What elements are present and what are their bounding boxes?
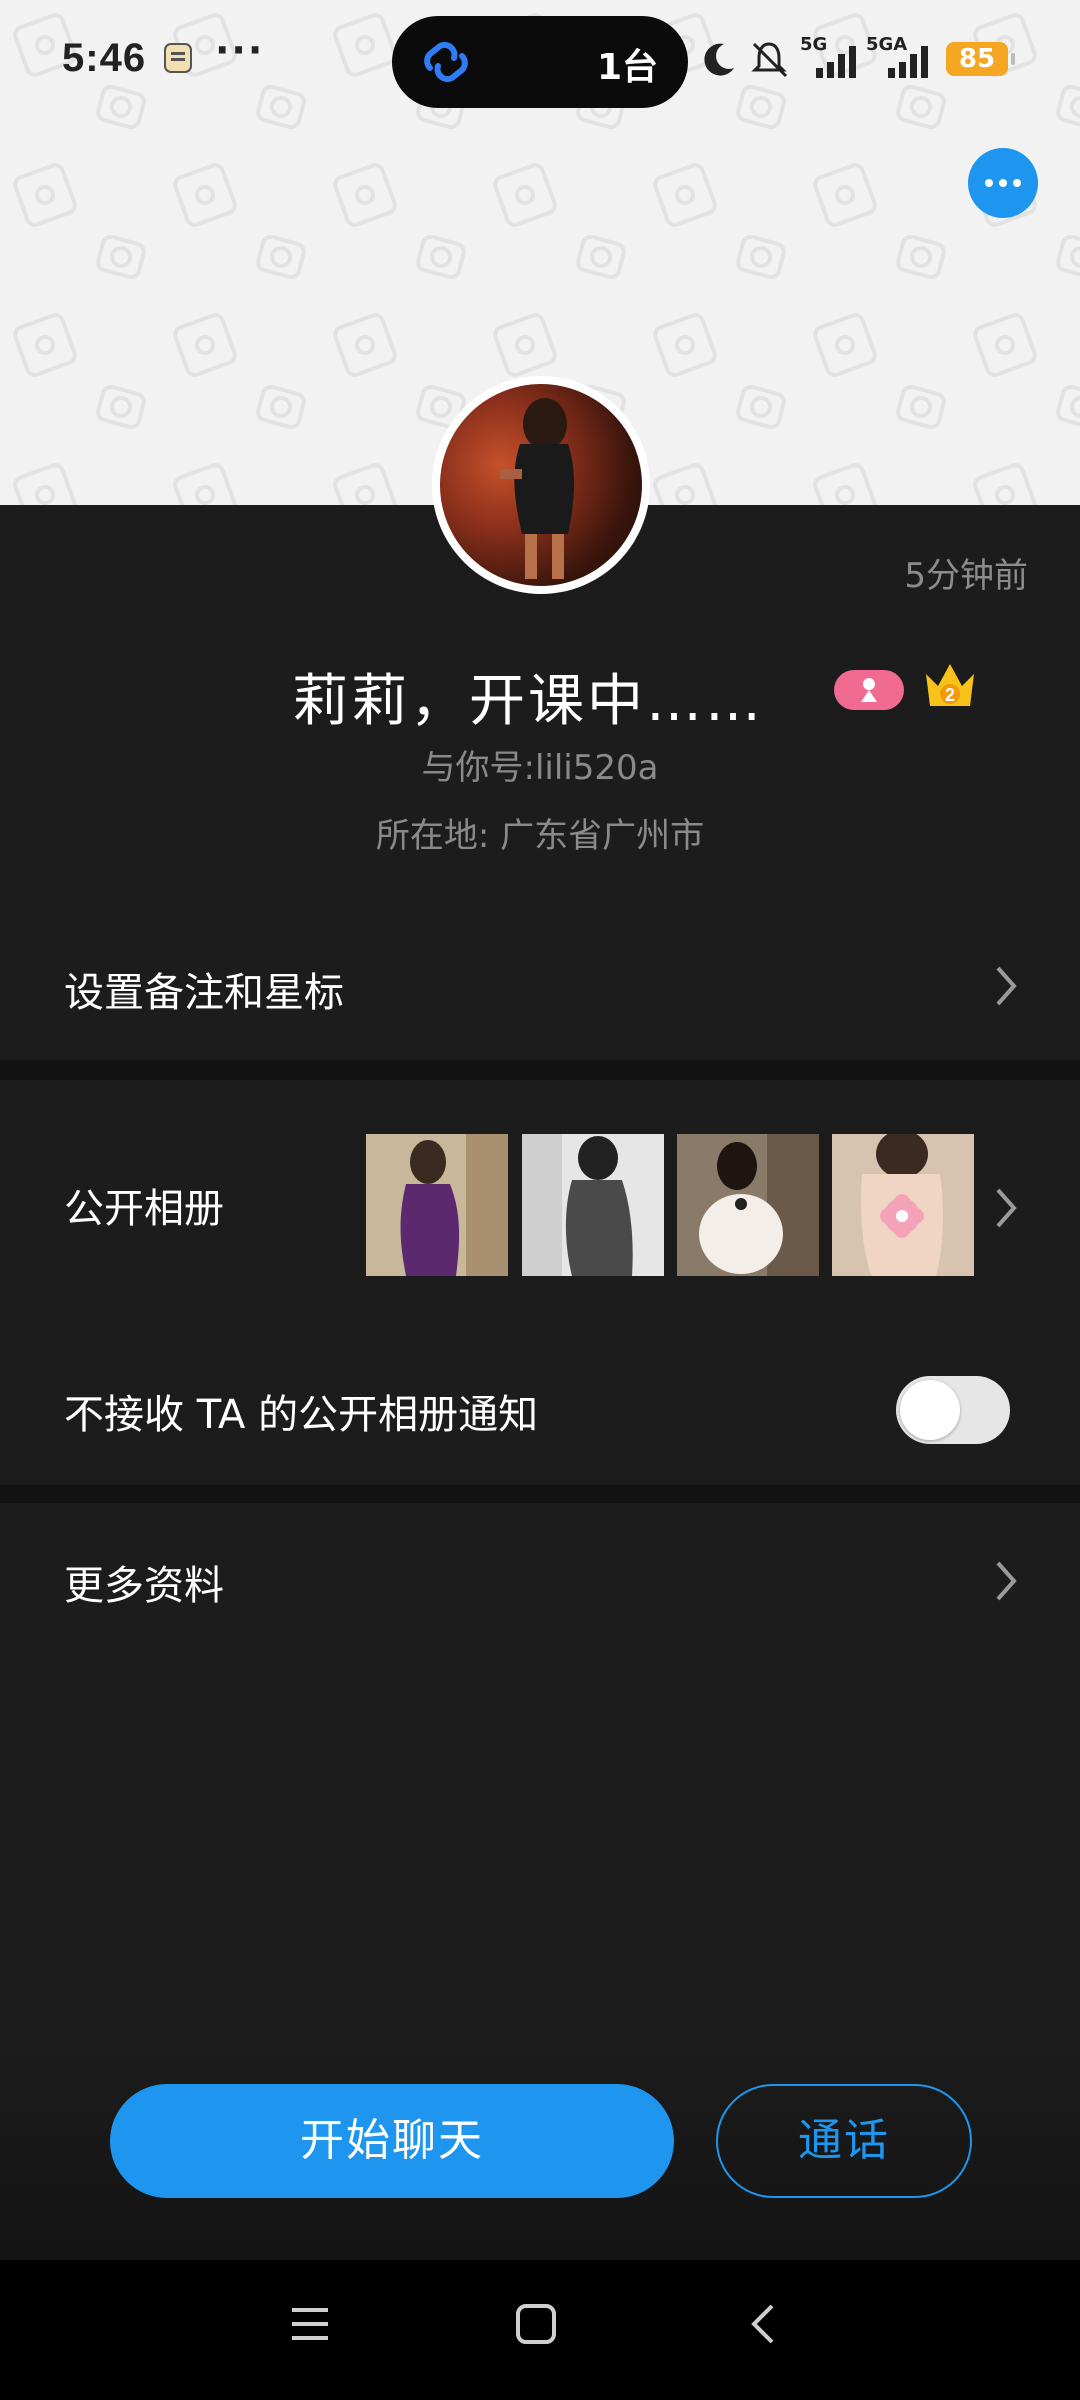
chevron-right-icon [996,1561,1017,1601]
mute-bell-icon [751,42,788,78]
remark-label: 设置备注和星标 [64,970,344,1016]
status-time: 5:46 [62,36,147,80]
album-photo-1 [366,1134,508,1276]
chevron-right-icon [996,966,1017,1006]
more-options-button[interactable] [968,148,1038,218]
home-icon[interactable] [514,2302,558,2346]
battery-indicator: 85 [946,42,1015,76]
do-not-disturb-icon [704,43,734,76]
status-more-dots: ··· [215,28,265,72]
status-bar: 5:46 ··· 1台 5G 5GA 85 [0,0,1080,120]
album-label: 公开相册 [64,1186,224,1232]
signal-bars-icon-2 [888,46,928,78]
menu-icon[interactable] [288,2302,332,2346]
more-info-row[interactable]: 更多资料 [0,1503,1080,1653]
more-info-label: 更多资料 [64,1563,224,1609]
wechat-id: 与你号:lili520a [421,748,659,788]
notification-app-icon [164,43,192,73]
section-divider [0,1485,1080,1503]
female-badge [834,670,904,710]
album-photo-2 [522,1134,664,1276]
album-thumbnail[interactable] [366,1134,508,1276]
link-icon [424,41,468,83]
remark-row[interactable]: 设置备注和星标 [0,920,1080,1060]
back-icon[interactable] [742,2302,786,2346]
album-notify-label: 不接收 TA 的公开相册通知 [64,1392,539,1438]
female-icon [861,678,877,702]
album-thumbnail[interactable] [832,1134,974,1276]
location: 所在地: 广东省广州市 [375,816,705,856]
more-dot [985,179,993,187]
dynamic-island[interactable]: 1台 [392,16,688,108]
avatar-photo [440,384,642,586]
crown-level-icon: 2 [926,664,974,706]
album-thumbnail[interactable] [522,1134,664,1276]
more-dot [999,179,1007,187]
chevron-right-icon [996,1188,1017,1228]
system-nav-bar [0,2260,1080,2400]
start-chat-button[interactable]: 开始聊天 [110,2084,674,2198]
signal-bars-icon [816,46,856,78]
avatar-figure [500,398,575,579]
profile-name: 莉莉，开课中…… [292,669,764,734]
album-photo-3 [677,1134,819,1276]
island-count: 1台 [596,47,658,88]
toggle-knob [900,1380,960,1440]
avatar[interactable] [432,376,650,594]
album-thumbnail[interactable] [677,1134,819,1276]
album-photo-4 [832,1134,974,1276]
section-divider [0,1060,1080,1080]
call-button[interactable]: 通话 [716,2084,972,2198]
last-active-time: 5分钟前 [904,556,1028,596]
more-dot [1013,179,1021,187]
album-notify-toggle[interactable] [896,1376,1010,1444]
name-row: 莉莉，开课中…… 2 [0,648,1080,734]
crown-level: 2 [945,685,955,705]
